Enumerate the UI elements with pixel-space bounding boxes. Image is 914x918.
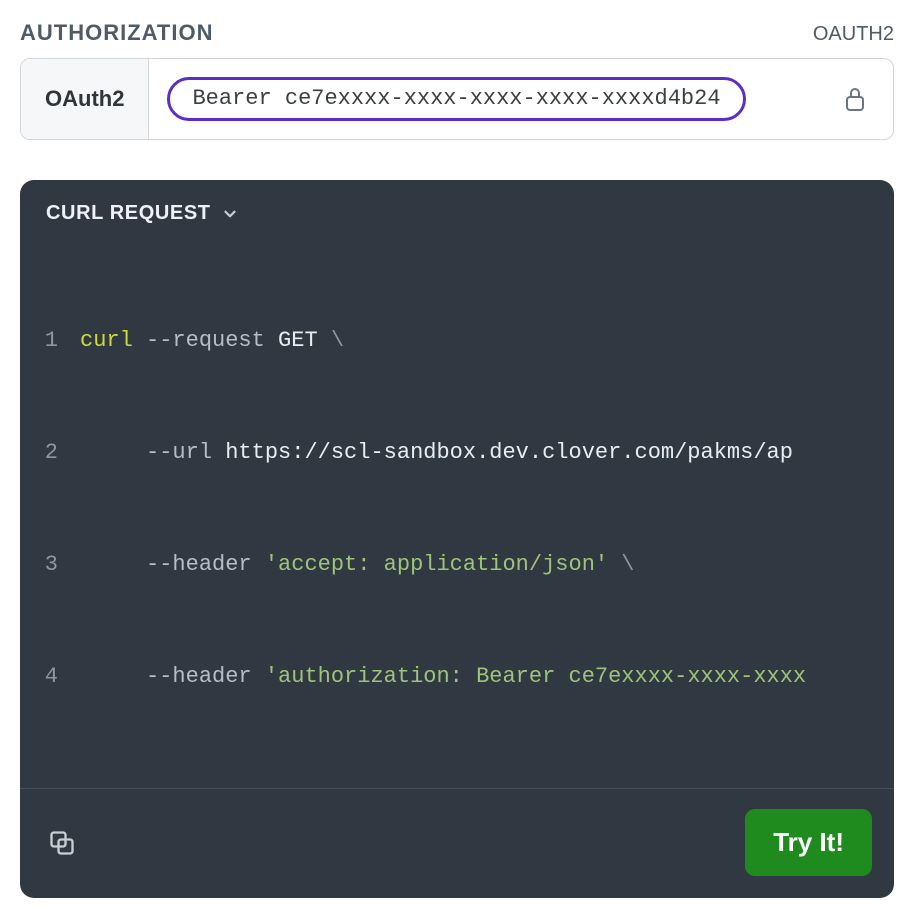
- code-token: --request: [146, 328, 265, 353]
- auth-type-label: OAuth2: [21, 59, 149, 139]
- chevron-down-icon: [221, 205, 239, 223]
- code-token: GET: [278, 328, 318, 353]
- code-token: --url: [146, 440, 212, 465]
- authorization-box: OAuth2 Bearer ce7exxxx-xxxx-xxxx-xxxx-xx…: [20, 58, 894, 140]
- try-it-button[interactable]: Try It!: [745, 809, 872, 876]
- auth-token-value[interactable]: Bearer ce7exxxx-xxxx-xxxx-xxxx-xxxxd4b24: [167, 77, 745, 121]
- copy-icon: [48, 829, 76, 857]
- code-token: --header: [146, 552, 252, 577]
- code-header[interactable]: CURL REQUEST: [20, 180, 894, 235]
- code-token: [80, 440, 146, 465]
- code-token: \: [331, 328, 344, 353]
- auth-lock-button[interactable]: [833, 59, 893, 139]
- authorization-section-title: AUTHORIZATION: [20, 20, 213, 46]
- code-token: https://scl-sandbox.dev.clover.com/pakms…: [225, 440, 793, 465]
- copy-button[interactable]: [42, 829, 76, 857]
- code-token: [80, 552, 146, 577]
- code-token: \: [608, 552, 634, 577]
- lock-icon: [843, 85, 867, 113]
- line-number: 4: [20, 658, 80, 695]
- line-number: 2: [20, 434, 80, 471]
- curl-request-panel: CURL REQUEST 1 curl --request GET \ 2 --…: [20, 180, 894, 898]
- code-body: 1 curl --request GET \ 2 --url https://s…: [20, 235, 894, 788]
- line-number: 1: [20, 322, 80, 359]
- code-line: 1 curl --request GET \: [20, 322, 894, 359]
- code-header-title: CURL REQUEST: [46, 202, 211, 225]
- line-number: 3: [20, 546, 80, 583]
- auth-token-cell[interactable]: Bearer ce7exxxx-xxxx-xxxx-xxxx-xxxxd4b24: [149, 59, 833, 139]
- code-line: 2 --url https://scl-sandbox.dev.clover.c…: [20, 434, 894, 471]
- code-token: 'accept: application/json': [265, 552, 608, 577]
- authorization-scheme-label: OAUTH2: [813, 23, 894, 46]
- code-line: 4 --header 'authorization: Bearer ce7exx…: [20, 658, 894, 695]
- code-token: curl: [80, 328, 133, 353]
- code-token: [80, 664, 146, 689]
- code-token: 'authorization: Bearer ce7exxxx-xxxx-xxx…: [265, 664, 806, 689]
- code-line: 3 --header 'accept: application/json' \: [20, 546, 894, 583]
- code-token: --header: [146, 664, 252, 689]
